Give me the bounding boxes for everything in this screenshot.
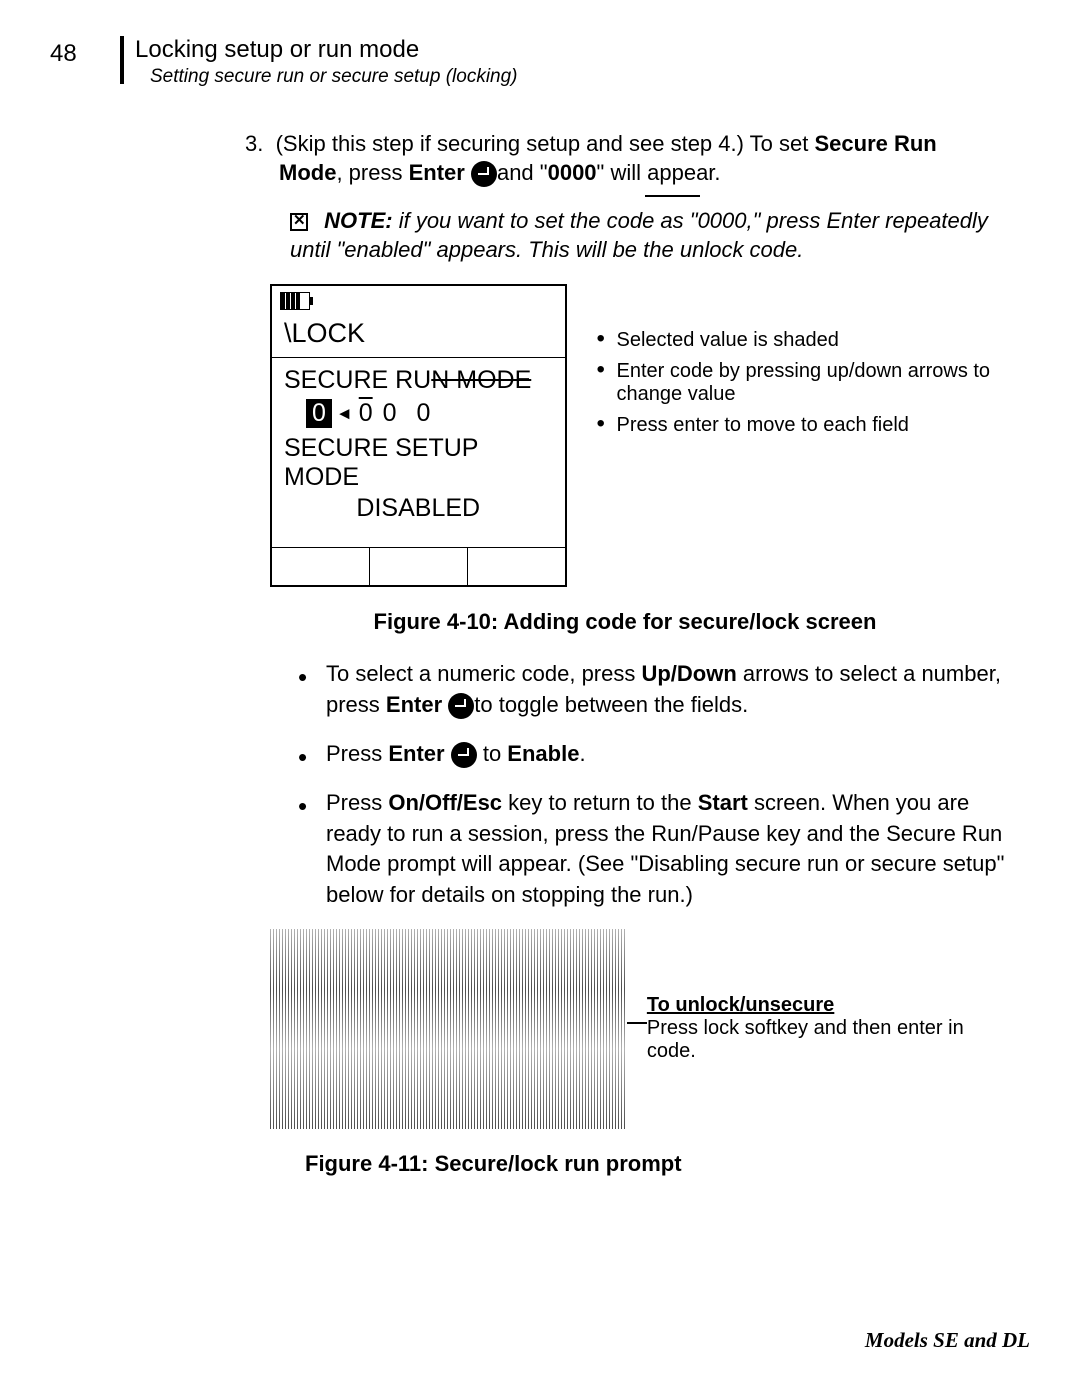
figure-4-10-caption: Figure 4-10: Adding code for secure/lock… [245, 609, 1005, 635]
annotation-3: Press enter to move to each field [597, 414, 1005, 437]
code-entry-row: 0 ◄ 0 0 0 [284, 399, 553, 428]
step3-text-e: and " [497, 160, 548, 185]
main-content: 3. (Skip this step if securing setup and… [245, 130, 1005, 1177]
step3-text-c: , press [336, 160, 408, 185]
lock-annotations: Selected value is shaded Enter code by p… [597, 329, 1005, 445]
b3-a: Press [326, 790, 388, 815]
code-digit-selected: 0 [306, 399, 332, 428]
connector-line [627, 1022, 647, 1024]
b1-a: To select a numeric code, press [326, 661, 641, 686]
step3-text-f: 0000 [548, 160, 597, 185]
lock-screen-body: SECURE RUN MODE 0 ◄ 0 0 0 SECURE SETUP M… [272, 358, 565, 547]
secure-run-b: N MODE [431, 366, 531, 394]
figure-4-11-caption: Figure 4-11: Secure/lock run prompt [305, 1151, 1005, 1177]
step3-text-a: (Skip this step if securing setup and se… [276, 131, 815, 156]
annotation-2: Enter code by pressing up/down arrows to… [597, 360, 1005, 406]
annotation-1: Selected value is shaded [597, 329, 1005, 352]
enter-icon [451, 742, 477, 768]
left-arrow-icon: ◄ [336, 404, 353, 424]
unlock-title: To unlock/unsecure [647, 994, 1005, 1017]
lock-screen-footer [272, 547, 565, 585]
b3-b: On/Off/Esc [388, 790, 502, 815]
b1-b: Up/Down [641, 661, 736, 686]
code-digit-3: 0 [383, 399, 397, 428]
b1-e: to toggle between the fields. [474, 692, 748, 717]
b2-e: . [579, 741, 585, 766]
note-block: NOTE: if you want to set the code as "00… [290, 207, 1005, 264]
b2-b: Enter [388, 741, 450, 766]
page-header: Locking setup or run mode Setting secure… [135, 36, 518, 88]
b2-c: to [477, 741, 508, 766]
step3-text-g: " will appear. [597, 160, 721, 185]
header-divider [120, 36, 124, 84]
battery-icon [280, 292, 310, 310]
b1-d: Enter [386, 692, 448, 717]
step3-text-d: Enter [409, 160, 471, 185]
disabled-label: DISABLED [284, 494, 553, 523]
lock-screen-header [272, 286, 565, 316]
lock-screen-title: \LOCK [272, 316, 565, 357]
b2-d: Enable [507, 741, 579, 766]
page-number: 48 [50, 40, 77, 68]
b3-d: Start [698, 790, 748, 815]
secure-run-mode-label: SECURE RUN MODE [284, 366, 553, 395]
note-text: if you want to set the code as "0000," p… [290, 208, 988, 262]
connector-line [645, 195, 700, 197]
checkbox-icon [290, 213, 308, 231]
lock-screen-figure: \LOCK SECURE RUN MODE 0 ◄ 0 0 0 SECURE S… [270, 284, 1005, 587]
enter-icon [448, 693, 474, 719]
bullet-2: Press Enter to Enable. [290, 739, 1005, 770]
code-digit-2: 0 [359, 399, 373, 428]
note-label: NOTE: [324, 208, 392, 233]
secure-setup-mode-label: SECURE SETUP MODE [284, 434, 553, 492]
unlock-annotation: To unlock/unsecure Press lock softkey an… [647, 994, 1005, 1063]
bullet-1: To select a numeric code, press Up/Down … [290, 659, 1005, 721]
header-subtitle: Setting secure run or secure setup (lock… [150, 66, 518, 88]
bullet-3: Press On/Off/Esc key to return to the St… [290, 788, 1005, 911]
header-title: Locking setup or run mode [135, 36, 518, 64]
unlock-text: Press lock softkey and then enter in cod… [647, 1017, 1005, 1063]
secure-prompt-figure: To unlock/unsecure Press lock softkey an… [270, 929, 1005, 1129]
b3-c: key to return to the [502, 790, 698, 815]
enter-icon [471, 161, 497, 187]
b2-a: Press [326, 741, 388, 766]
softkey-1 [272, 548, 370, 585]
code-digit-4: 0 [417, 399, 431, 428]
footer-text: Models SE and DL [865, 1328, 1030, 1353]
lock-screen: \LOCK SECURE RUN MODE 0 ◄ 0 0 0 SECURE S… [270, 284, 567, 587]
bullet-list: To select a numeric code, press Up/Down … [290, 659, 1005, 911]
secure-run-a: SECURE RU [284, 366, 431, 394]
step3-number: 3. [245, 131, 263, 156]
step-3: 3. (Skip this step if securing setup and… [245, 130, 1005, 187]
hatched-screen-image [270, 929, 627, 1129]
softkey-3 [468, 548, 565, 585]
softkey-2 [370, 548, 468, 585]
